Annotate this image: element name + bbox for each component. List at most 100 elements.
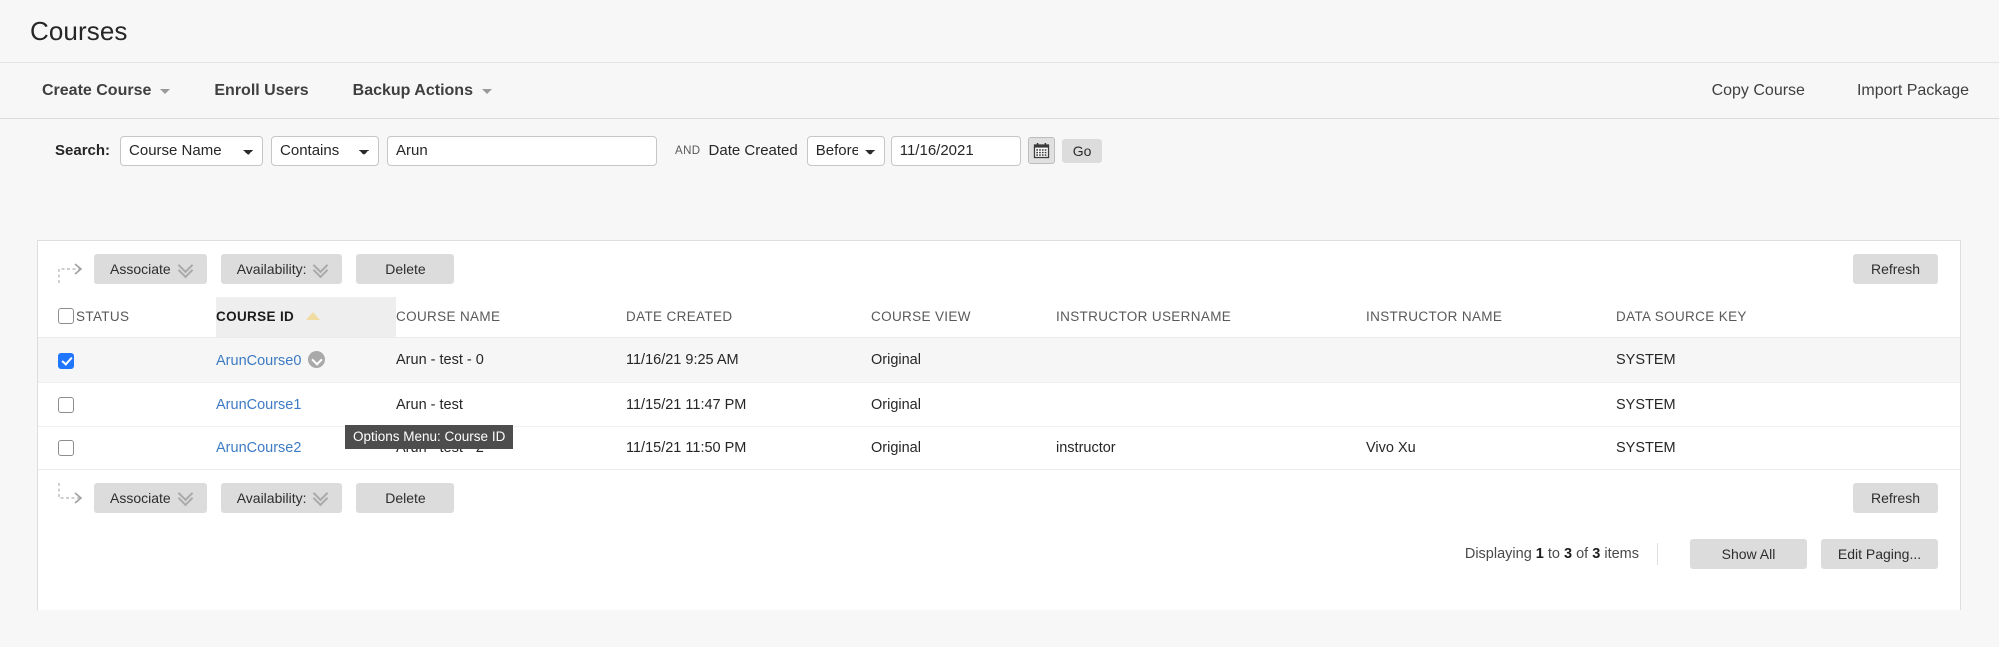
enroll-users-button[interactable]: Enroll Users [192,82,330,100]
options-menu-tooltip: Options Menu: Course ID [345,425,513,449]
table-header: STATUS COURSE ID COURSE NAME DATE CREATE… [38,297,1960,338]
row-checkbox[interactable] [58,353,74,369]
header-status-label: STATUS [76,309,129,324]
row-instructor-username [1056,383,1366,426]
delete-button-top[interactable]: Delete [356,254,454,284]
date-operator-select[interactable]: BeforeAfterNot blank [807,136,885,166]
refresh-button-bottom[interactable]: Refresh [1853,483,1938,513]
associate-button-bottom[interactable]: Associate [94,483,207,513]
calendar-icon [1033,142,1050,159]
header-date-created[interactable]: DATE CREATED [626,297,871,338]
double-chevron-down-icon [315,492,326,503]
row-course-name: Arun - test - 0 [396,338,626,383]
import-package-button[interactable]: Import Package [1831,82,1969,100]
header-select-all[interactable] [38,297,76,338]
chevron-down-icon [482,89,492,94]
create-course-label: Create Course [42,82,151,100]
edit-paging-button[interactable]: Edit Paging... [1821,539,1938,569]
availability-button-top[interactable]: Availability: [221,254,343,284]
action-toolbar: Create Course Enroll Users Backup Action… [0,62,1999,119]
page-title-bar: Courses [0,0,1999,62]
row-instructor-username: instructor [1056,426,1366,469]
delete-button-bottom[interactable]: Delete [356,483,454,513]
course-id-link[interactable]: ArunCourse1 [216,397,301,413]
table-row[interactable]: ArunCourse2 Arun - test - 2 11/15/21 11:… [38,426,1960,469]
search-bar: Search: Course NameCourse IDInstructor C… [0,119,1999,182]
row-course-name: Arun - test [396,383,626,426]
bulk-action-bar-top: Associate Availability: Delete Refresh [38,241,1960,297]
header-date-created-label: DATE CREATED [626,309,732,324]
table-row[interactable]: ArunCourse1 Arun - test 11/15/21 11:47 P… [38,383,1960,426]
header-course-name[interactable]: COURSE NAME [396,297,626,338]
row-select-cell[interactable] [38,383,76,426]
row-course-id-cell: ArunCourse0 [216,338,396,383]
apply-to-selection-arrow-icon [56,481,88,515]
backup-actions-menu[interactable]: Backup Actions [331,82,514,100]
header-instructor-name-label: INSTRUCTOR NAME [1366,309,1502,324]
apply-to-selection-arrow-icon [56,252,88,286]
table-row[interactable]: ArunCourse0 Arun - test - 0 11/16/21 9:2… [38,338,1960,383]
row-instructor-name [1366,338,1616,383]
availability-button-bottom[interactable]: Availability: [221,483,343,513]
select-all-checkbox[interactable] [58,308,74,324]
search-input[interactable] [387,136,657,166]
table-body: ArunCourse0 Arun - test - 0 11/16/21 9:2… [38,338,1960,469]
row-course-id-cell: ArunCourse1 [216,383,396,426]
backup-actions-label: Backup Actions [353,82,473,100]
paging-mid1: to [1544,546,1564,562]
table-header-row: STATUS COURSE ID COURSE NAME DATE CREATE… [38,297,1960,338]
header-course-id-label: COURSE ID [216,309,294,324]
go-button[interactable]: Go [1062,139,1103,163]
course-id-link[interactable]: ArunCourse0 [216,353,301,369]
header-instructor-username[interactable]: INSTRUCTOR USERNAME [1056,297,1366,338]
header-course-view[interactable]: COURSE VIEW [871,297,1056,338]
copy-course-button[interactable]: Copy Course [1686,82,1831,100]
delete-label: Delete [385,490,425,506]
search-label: Search: [55,142,110,159]
search-operator-select[interactable]: ContainsEqual toStarts WithNot blank [271,136,379,166]
row-select-cell[interactable] [38,426,76,469]
show-all-button[interactable]: Show All [1690,539,1807,569]
associate-label: Associate [110,490,171,506]
header-course-id[interactable]: COURSE ID [216,297,396,338]
options-menu-icon[interactable] [308,351,325,368]
delete-label: Delete [385,261,425,277]
associate-button-top[interactable]: Associate [94,254,207,284]
courses-table: STATUS COURSE ID COURSE NAME DATE CREATE… [38,297,1960,470]
and-label: AND [675,145,700,157]
courses-panel: Associate Availability: Delete Refresh S… [37,240,1961,610]
paging-bar: Displaying 1 to 3 of 3 items Show All Ed… [38,526,1960,582]
row-status [76,426,216,469]
paging-from: 1 [1536,546,1544,562]
availability-label: Availability: [237,261,307,277]
search-field-select[interactable]: Course NameCourse IDInstructor [120,136,263,166]
copy-course-label: Copy Course [1712,82,1805,100]
row-checkbox[interactable] [58,440,74,456]
double-chevron-down-icon [180,492,191,503]
header-instructor-name[interactable]: INSTRUCTOR NAME [1366,297,1616,338]
row-status [76,338,216,383]
calendar-icon-button[interactable] [1028,137,1055,164]
availability-label: Availability: [237,490,307,506]
row-data-source-key: SYSTEM [1616,383,1960,426]
import-package-label: Import Package [1857,82,1969,100]
paging-mid2: of [1572,546,1592,562]
header-status[interactable]: STATUS [76,297,216,338]
row-course-view: Original [871,383,1056,426]
row-date-created: 11/15/21 11:47 PM [626,383,871,426]
toolbar-right-group: Copy Course Import Package [1686,82,1969,100]
header-data-source-key[interactable]: DATA SOURCE KEY [1616,297,1960,338]
chevron-down-icon [160,89,170,94]
paging-prefix: Displaying [1465,546,1536,562]
paging-summary: Displaying 1 to 3 of 3 items [1465,543,1658,565]
row-instructor-username [1056,338,1366,383]
row-checkbox[interactable] [58,397,74,413]
date-input[interactable] [891,136,1021,166]
row-select-cell[interactable] [38,338,76,383]
paging-to: 3 [1564,546,1572,562]
create-course-menu[interactable]: Create Course [42,82,192,100]
row-date-created: 11/15/21 11:50 PM [626,426,871,469]
refresh-button-top[interactable]: Refresh [1853,254,1938,284]
header-data-source-key-label: DATA SOURCE KEY [1616,309,1747,324]
course-id-link[interactable]: ArunCourse2 [216,440,301,456]
